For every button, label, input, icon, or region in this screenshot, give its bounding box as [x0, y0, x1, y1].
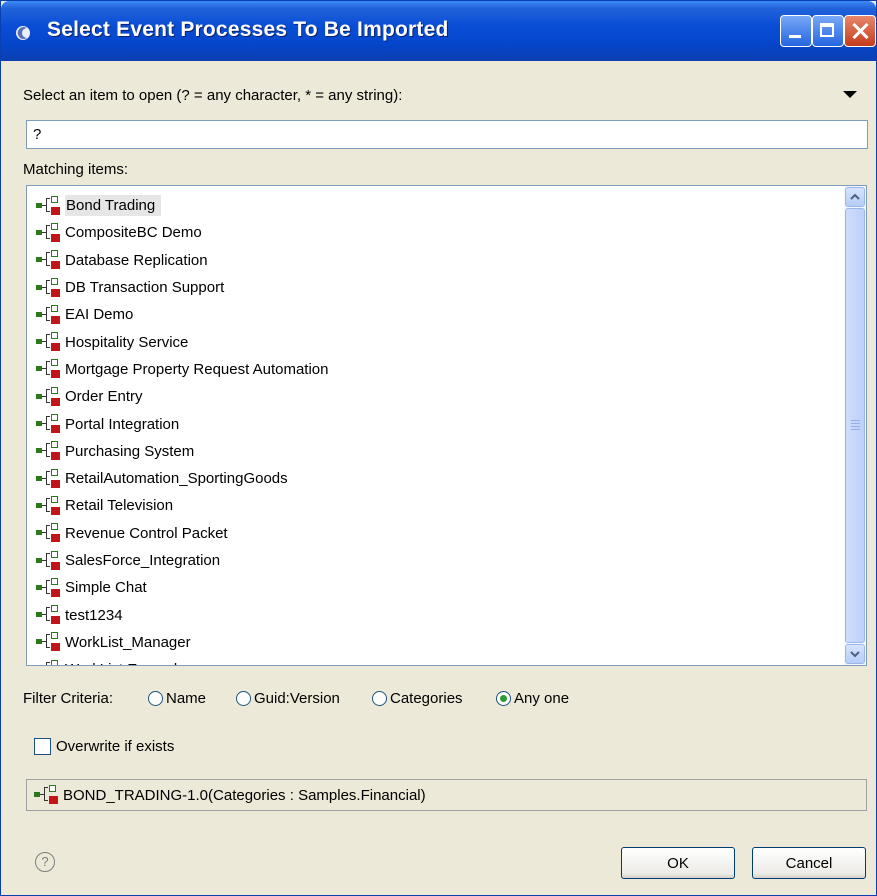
- list-item-label: Bond Trading: [65, 195, 162, 217]
- list-item[interactable]: Simple Chat: [35, 574, 328, 601]
- help-icon[interactable]: ?: [35, 852, 55, 872]
- chevron-down-icon: [850, 651, 860, 658]
- process-icon: [35, 359, 65, 379]
- radio-label: Any one: [514, 690, 570, 707]
- process-icon: [33, 785, 63, 805]
- list-item-label: RetailAutomation_SportingGoods: [65, 470, 288, 488]
- close-button[interactable]: [844, 15, 876, 47]
- overwrite-checkbox[interactable]: Overwrite if exists: [34, 738, 174, 755]
- window-title: Select Event Processes To Be Imported: [47, 18, 449, 41]
- list-item-label: SalesForce_Integration: [65, 552, 221, 569]
- list-item[interactable]: Retail Television: [35, 492, 328, 519]
- radio-circle: [148, 691, 163, 706]
- list-item[interactable]: WorkList_Manager: [35, 629, 328, 656]
- list-item-label: Purchasing System: [65, 442, 195, 460]
- overwrite-label: Overwrite if exists: [56, 738, 175, 755]
- process-icon: [35, 495, 65, 516]
- list-item-label: DB Transaction Support: [65, 279, 225, 297]
- checkbox-box[interactable]: [34, 738, 51, 755]
- list-item-label: Revenue Control Packet: [65, 524, 228, 542]
- list-item-label: CompositeBC Demo: [65, 224, 202, 242]
- list-item-label: EAI Demo: [65, 306, 134, 324]
- list-item-label: Retail Television: [65, 497, 174, 515]
- process-icon: [35, 659, 65, 665]
- filter-criteria-label: Filter Criteria:: [23, 690, 114, 707]
- process-icon: [35, 468, 65, 489]
- list-item[interactable]: RetailAutomation_SportingGoods: [35, 465, 328, 492]
- view-menu-icon[interactable]: [843, 91, 857, 98]
- radio-circle: [496, 691, 511, 706]
- list-item-label: Mortgage Property Request Automation: [65, 360, 329, 378]
- search-prompt-label: Select an item to open (? = any characte…: [23, 87, 403, 104]
- list-item[interactable]: Database Replication: [35, 247, 328, 274]
- list-item-label: WorkList_Manager: [65, 633, 191, 651]
- list-item[interactable]: test1234: [35, 601, 328, 628]
- scroll-down-button[interactable]: [845, 644, 865, 664]
- filter-categories-radio[interactable]: Categories: [372, 690, 463, 707]
- list-item[interactable]: Purchasing System: [35, 438, 328, 465]
- list-item[interactable]: DB Transaction Support: [35, 274, 328, 301]
- search-input[interactable]: [26, 120, 868, 149]
- matching-items-list[interactable]: Bond Trading CompositeBC Demo Database Rep…: [26, 185, 867, 666]
- maximize-icon: [820, 23, 834, 37]
- radio-circle: [236, 691, 251, 706]
- list-item-label: Portal Integration: [65, 415, 180, 433]
- radio-label: Categories: [390, 690, 463, 707]
- process-icon: [35, 222, 65, 243]
- process-icon: [35, 250, 65, 270]
- radio-label: Name: [166, 690, 207, 707]
- process-icon: [35, 277, 65, 298]
- list-item-label: WorkList Example: [65, 661, 186, 665]
- list-item-label: Database Replication: [65, 251, 208, 269]
- selection-status-bar: BOND_TRADING-1.0(Categories : Samples.Fi…: [26, 779, 867, 811]
- maximize-button[interactable]: [812, 15, 844, 47]
- chevron-up-icon: [850, 193, 860, 200]
- process-icon: [35, 304, 65, 325]
- process-icon: [35, 523, 65, 543]
- filter-any-one-radio[interactable]: Any one: [496, 690, 569, 707]
- list-item-label: test1234: [65, 606, 123, 624]
- list-item[interactable]: Mortgage Property Request Automation: [35, 356, 328, 383]
- process-icon: [35, 195, 65, 216]
- process-icon: [35, 577, 65, 598]
- cancel-button[interactable]: Cancel: [752, 847, 866, 879]
- vertical-scrollbar[interactable]: [844, 186, 866, 665]
- process-icon: [35, 441, 65, 461]
- process-icon: [35, 386, 65, 407]
- scroll-up-button[interactable]: [845, 187, 865, 207]
- list-item[interactable]: Portal Integration: [35, 410, 328, 437]
- scroll-thumb[interactable]: [845, 208, 865, 643]
- app-icon: [16, 26, 30, 40]
- process-icon: [35, 414, 65, 434]
- list-item[interactable]: WorkList Example: [35, 656, 328, 665]
- matching-items-label: Matching items:: [23, 161, 129, 178]
- radio-circle: [372, 691, 387, 706]
- list-item[interactable]: Hospitality Service: [35, 328, 328, 355]
- items-container: Bond Trading CompositeBC Demo Database Rep…: [35, 192, 328, 665]
- process-icon: [35, 605, 65, 625]
- filter-guid-version-radio[interactable]: Guid:Version: [236, 690, 340, 707]
- process-icon: [35, 632, 65, 652]
- list-item[interactable]: Revenue Control Packet: [35, 520, 328, 547]
- list-item[interactable]: SalesForce_Integration: [35, 547, 328, 574]
- list-item[interactable]: Bond Trading: [35, 192, 328, 219]
- list-item[interactable]: EAI Demo: [35, 301, 328, 328]
- radio-label: Guid:Version: [254, 690, 340, 707]
- list-item[interactable]: Order Entry: [35, 383, 328, 410]
- status-text: BOND_TRADING-1.0(Categories : Samples.Fi…: [63, 786, 426, 804]
- list-item-label: Hospitality Service: [65, 333, 189, 351]
- import-dialog: Select Event Processes To Be Imported Se…: [0, 0, 877, 896]
- ok-button[interactable]: OK: [621, 847, 735, 879]
- list-item-label: Simple Chat: [65, 579, 147, 597]
- list-item[interactable]: CompositeBC Demo: [35, 219, 328, 246]
- list-item-label: Order Entry: [65, 388, 143, 406]
- title-bar[interactable]: Select Event Processes To Be Imported: [1, 1, 876, 61]
- minimize-icon: [789, 35, 801, 38]
- process-icon: [35, 332, 65, 352]
- process-icon: [35, 550, 65, 571]
- filter-name-radio[interactable]: Name: [148, 690, 206, 707]
- minimize-button[interactable]: [780, 15, 812, 47]
